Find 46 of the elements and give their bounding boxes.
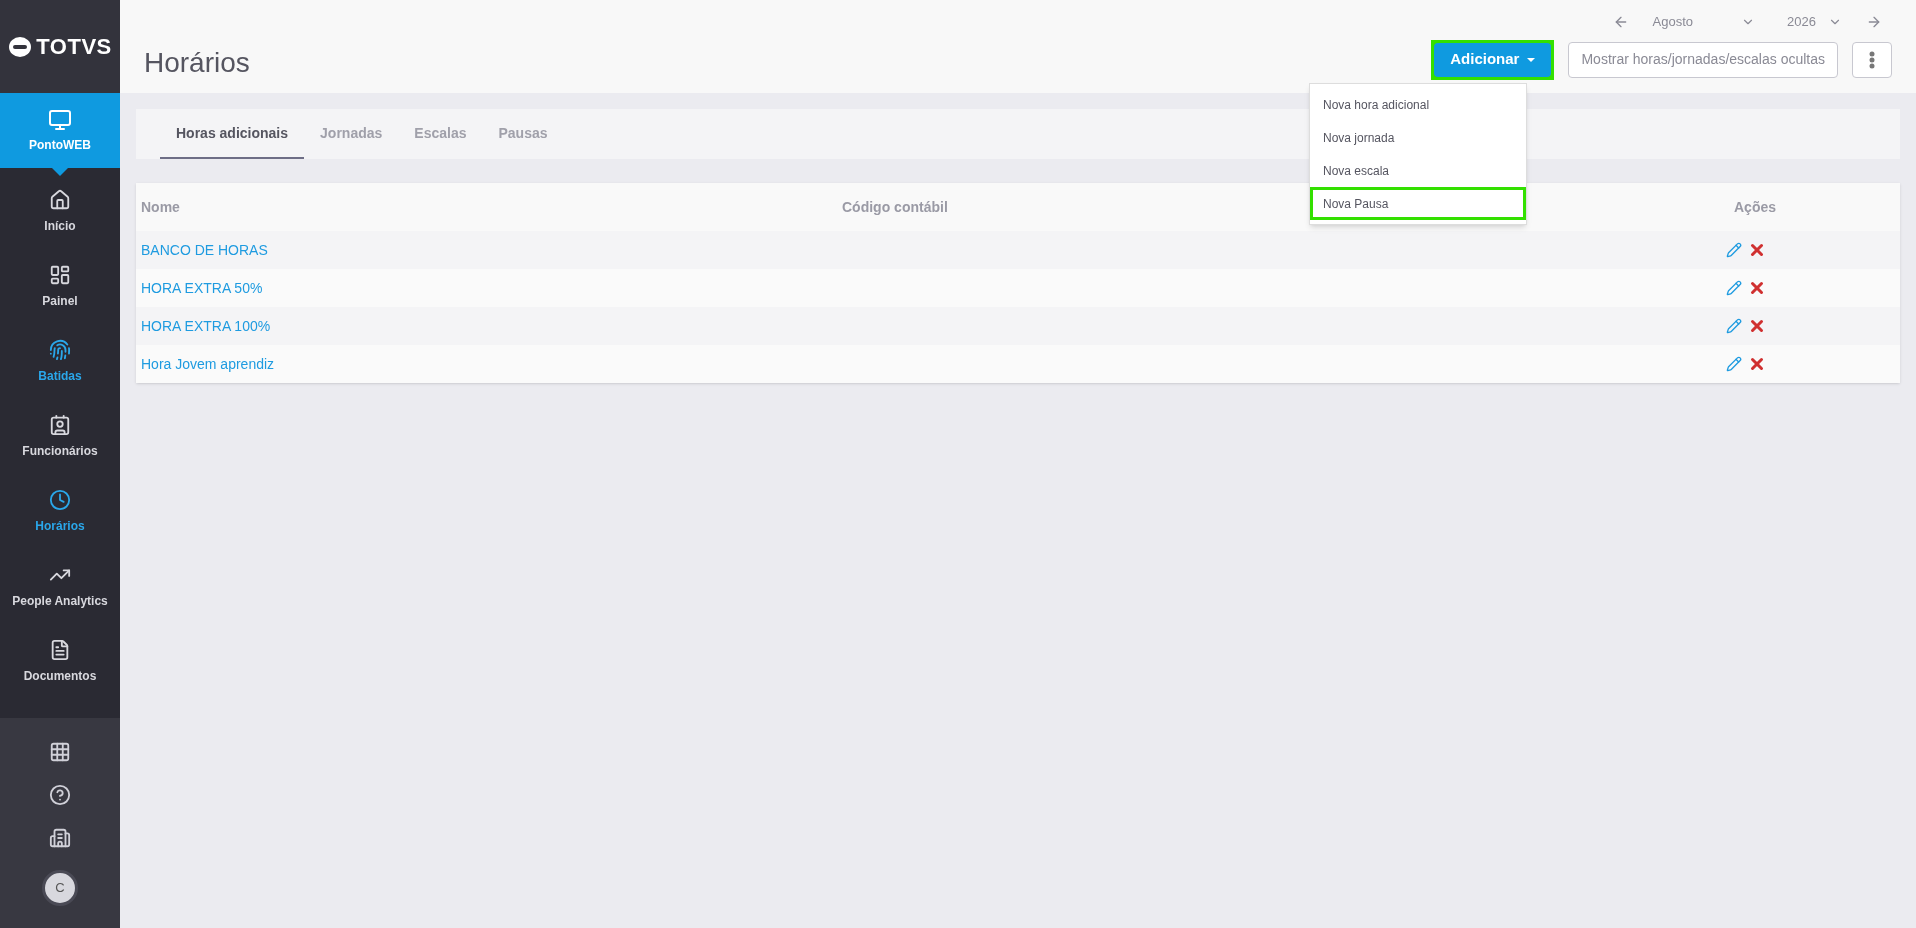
sidebar-item[interactable]: Batidas — [0, 324, 120, 399]
show-hidden-button[interactable]: Mostrar horas/jornadas/escalas ocultas — [1568, 41, 1838, 78]
clock-icon — [49, 488, 71, 511]
year-select[interactable]: 2026 — [1779, 12, 1850, 32]
column-header: Nome — [141, 198, 180, 215]
edit-icon[interactable] — [1726, 242, 1742, 258]
logo-text: TOTVS — [36, 33, 112, 61]
sidebar-item[interactable]: Horários — [0, 474, 120, 549]
logo-icon — [8, 34, 33, 59]
menu-item[interactable]: Nova Pausa — [1310, 187, 1526, 220]
document-icon — [49, 638, 71, 661]
sidebar-item[interactable]: Painel — [0, 249, 120, 324]
pointer-icon — [52, 168, 68, 176]
menu-item[interactable]: Nova escala — [1310, 154, 1526, 187]
sidebar-item[interactable]: Início — [0, 174, 120, 249]
dashboard-icon — [49, 263, 71, 286]
more-vertical-icon — [1869, 50, 1875, 69]
more-options-button[interactable] — [1852, 41, 1892, 78]
grid-icon[interactable] — [49, 740, 71, 763]
menu-item[interactable]: Nova hora adicional — [1310, 88, 1526, 121]
id-badge-icon — [49, 413, 71, 436]
edit-icon[interactable] — [1726, 280, 1742, 296]
home-icon — [49, 188, 71, 211]
month-select[interactable]: Agosto — [1644, 12, 1764, 32]
column-header: Ações — [1734, 198, 1777, 215]
edit-icon[interactable] — [1726, 356, 1742, 372]
delete-icon[interactable] — [1748, 355, 1766, 373]
edit-icon[interactable] — [1726, 318, 1742, 334]
name-link[interactable]: Hora Jovem aprendiz — [136, 353, 1726, 375]
page-title: Horários — [144, 46, 250, 80]
delete-icon[interactable] — [1748, 317, 1766, 335]
sidebar-item[interactable]: People Analytics — [0, 549, 120, 624]
help-icon[interactable] — [49, 783, 71, 806]
tab[interactable]: Horas adicionais — [160, 109, 305, 159]
sidebar-item[interactable]: Funcionários — [0, 399, 120, 474]
name-link[interactable]: HORA EXTRA 50% — [136, 277, 1726, 299]
sidebar-item[interactable]: Documentos — [0, 624, 120, 699]
delete-icon[interactable] — [1748, 279, 1766, 297]
column-header: Código contábil — [842, 198, 948, 215]
monitor-icon — [48, 107, 72, 132]
menu-item[interactable]: Nova jornada — [1310, 121, 1526, 154]
fingerprint-icon — [49, 338, 71, 361]
add-button[interactable]: Adicionar — [1434, 42, 1552, 77]
avatar[interactable]: C — [42, 869, 78, 906]
building-icon[interactable] — [49, 826, 71, 849]
delete-icon[interactable] — [1748, 241, 1766, 259]
